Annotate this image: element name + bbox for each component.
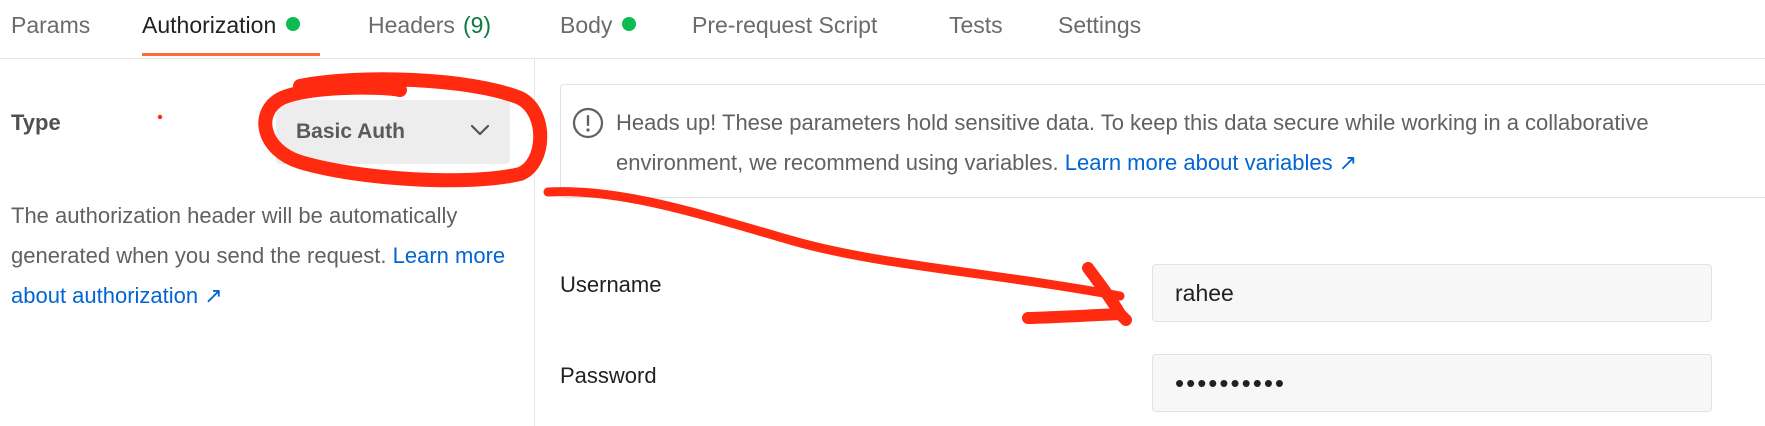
- annotation-arrow-head: [1022, 262, 1126, 324]
- annotation-arrow-shaft: [1114, 308, 1132, 326]
- active-tab-underline: [142, 53, 320, 56]
- username-label: Username: [560, 272, 662, 297]
- username-value: rahee: [1175, 279, 1234, 306]
- panel-divider: [534, 59, 535, 426]
- sensitive-data-banner: Heads up! These parameters hold sensitiv…: [560, 84, 1765, 198]
- tab-headers-label: Headers: [368, 12, 455, 38]
- tab-authorization-label: Authorization: [142, 12, 277, 38]
- banner-message: Heads up! These parameters hold sensitiv…: [616, 103, 1765, 183]
- warning-icon: [572, 107, 604, 139]
- tab-body-label: Body: [560, 12, 613, 38]
- tab-authorization[interactable]: Authorization: [142, 12, 301, 39]
- banner-line-1: Heads up! These parameters hold sensitiv…: [616, 110, 1649, 135]
- auth-help-description: The authorization header will be automat…: [11, 203, 458, 268]
- tab-params[interactable]: Params: [11, 12, 90, 39]
- auth-type-label: Type: [11, 110, 61, 135]
- username-input[interactable]: rahee: [1152, 264, 1712, 322]
- authorization-status-dot: [286, 17, 301, 31]
- headers-count-badge: (9): [462, 12, 492, 38]
- auth-type-value: Basic Auth: [296, 120, 405, 143]
- tab-body[interactable]: Body: [560, 12, 637, 39]
- banner-line-2: environment, we recommend using variable…: [616, 143, 1765, 183]
- learn-more-variables-link[interactable]: Learn more about variables ↗: [1065, 150, 1357, 175]
- tab-headers[interactable]: Headers (9): [368, 12, 491, 39]
- tab-pre-request-script[interactable]: Pre-request Script: [692, 12, 877, 39]
- password-label: Password: [560, 363, 657, 388]
- auth-help-text: The authorization header will be automat…: [11, 196, 531, 316]
- auth-type-dropdown[interactable]: Basic Auth: [276, 100, 510, 164]
- password-value: ••••••••••: [1175, 367, 1287, 398]
- tab-settings[interactable]: Settings: [1058, 12, 1141, 39]
- request-tab-bar: Params Authorization Headers (9) Body Pre…: [0, 0, 1765, 59]
- banner-line-2-text: environment, we recommend using variable…: [616, 150, 1059, 175]
- password-input[interactable]: ••••••••••: [1152, 354, 1712, 412]
- chevron-down-icon: [470, 123, 490, 141]
- body-status-dot: [622, 17, 637, 31]
- tab-tests[interactable]: Tests: [949, 12, 1003, 39]
